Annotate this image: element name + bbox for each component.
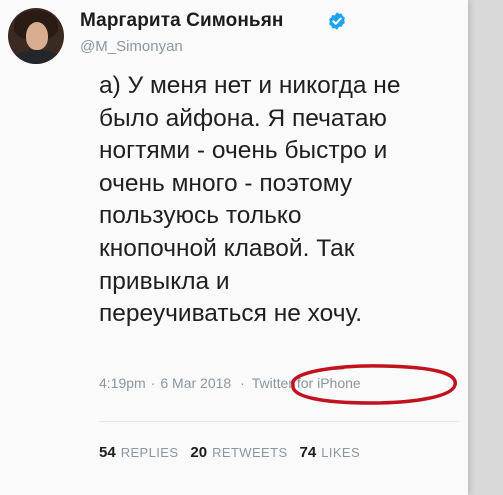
tweet-text: а) У меня нет и никогда не было айфона. … <box>99 70 471 331</box>
avatar-face <box>26 22 48 50</box>
highlight-circle <box>291 364 457 405</box>
tweet-text-line: было айфона. Я печатаю <box>99 104 387 132</box>
likes-label[interactable]: LIKES <box>321 445 360 460</box>
divider <box>99 421 459 422</box>
replies-label[interactable]: REPLIES <box>121 445 179 460</box>
likes-count[interactable]: 74 <box>300 444 317 461</box>
tweet-text-line: ногтями - очень быстро и <box>99 137 388 165</box>
retweets-label[interactable]: RETWEETS <box>212 445 287 460</box>
meta-separator: · <box>150 375 156 391</box>
tweet-card: Маргарита Симоньян @M_Simonyan а) У меня… <box>0 0 468 495</box>
tweet-text-line: пользуюсь только <box>99 202 302 230</box>
verified-badge-icon <box>329 12 345 30</box>
tweet-time[interactable]: 4:19pm <box>99 375 146 391</box>
tweet-text-line: привыкла и <box>99 267 230 295</box>
author-name[interactable]: Маргарита Симоньян <box>80 10 283 32</box>
tweet-date[interactable]: 6 Mar 2018 <box>160 375 231 391</box>
tweet-stats: 54 REPLIES 20 RETWEETS 74 LIKES <box>99 444 372 461</box>
tweet-text-line: а) У меня нет и никогда не <box>99 72 401 99</box>
screenshot-frame: Маргарита Симоньян @M_Simonyan а) У меня… <box>0 0 503 495</box>
author-handle[interactable]: @M_Simonyan <box>80 38 183 55</box>
avatar[interactable] <box>8 8 64 64</box>
retweets-count[interactable]: 20 <box>190 444 207 461</box>
replies-count[interactable]: 54 <box>99 444 116 461</box>
tweet-text-line: переучиваться не хочу. <box>99 300 363 328</box>
tweet-text-line: кнопочной клавой. Так <box>99 234 355 262</box>
tweet-text-line: очень много - поэтому <box>99 169 353 197</box>
avatar-shoulders <box>12 50 62 64</box>
meta-separator: · <box>240 375 245 391</box>
